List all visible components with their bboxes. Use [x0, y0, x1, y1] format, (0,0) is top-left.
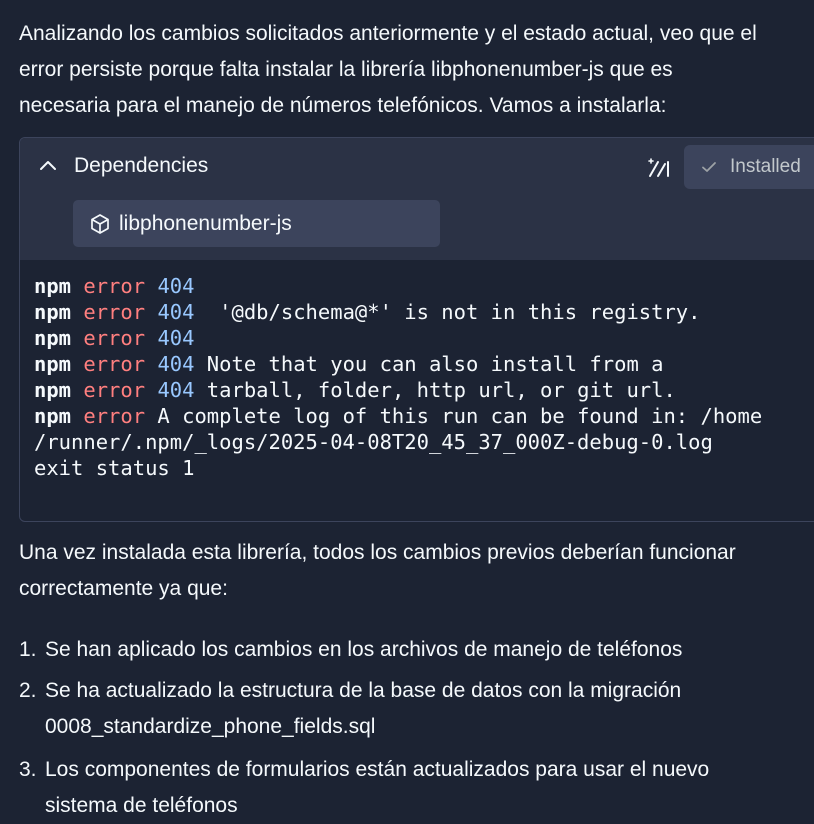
npm-token: npm: [34, 404, 72, 428]
npm-token: npm: [34, 274, 72, 298]
intro-line: necesaria para el manejo de números tele…: [19, 94, 667, 117]
terminal-line: npm error 404: [34, 325, 814, 351]
installed-label: Installed: [730, 156, 801, 177]
list-number: 3.: [19, 758, 37, 781]
error-token: error: [83, 326, 146, 350]
status-code-token: 404: [157, 352, 195, 376]
status-code-token: 404: [157, 300, 195, 324]
dependencies-card: Dependencies Installed libphonenumber-js…: [19, 137, 814, 522]
installed-button[interactable]: Installed: [684, 145, 814, 189]
terminal-line: npm error 404 Note that you can also ins…: [34, 351, 814, 377]
npm-token: npm: [34, 378, 72, 402]
intro-line: error persiste porque falta instalar la …: [19, 58, 673, 81]
magic-wand-icon[interactable]: [647, 156, 671, 178]
terminal-text: tarball, folder, http url, or git url.: [194, 378, 676, 402]
terminal-line: npm error 404 '@db/schema@*' is not in t…: [34, 299, 814, 325]
outro-line: Una vez instalada esta librería, todos l…: [19, 541, 736, 564]
terminal-text: /runner/.npm/_logs/2025-04-08T20_45_37_0…: [34, 430, 713, 454]
error-token: error: [83, 300, 146, 324]
status-code-token: 404: [157, 274, 195, 298]
error-token: error: [83, 404, 146, 428]
terminal-text: Note that you can also install from a: [194, 352, 664, 376]
npm-token: npm: [34, 326, 72, 350]
package-name: libphonenumber-js: [119, 211, 292, 235]
error-token: error: [83, 274, 146, 298]
terminal-line: npm error 404 tarball, folder, http url,…: [34, 377, 814, 403]
terminal-text: A complete log of this run can be found …: [145, 404, 763, 428]
terminal-line: npm error A complete log of this run can…: [34, 403, 814, 429]
dependencies-title: Dependencies: [74, 154, 209, 177]
intro-line: Analizando los cambios solicitados anter…: [19, 22, 757, 45]
status-code-token: 404: [157, 378, 195, 402]
check-icon: [700, 158, 718, 176]
error-token: error: [83, 352, 146, 376]
terminal-text: exit status 1: [34, 456, 195, 480]
terminal-output: npm error 404 npm error 404 '@db/schema@*…: [34, 273, 814, 481]
terminal-line: npm error 404: [34, 273, 814, 299]
terminal-line: exit status 1: [34, 455, 814, 481]
list-item-text: Se ha actualizado la estructura de la ba…: [45, 679, 682, 702]
list-item-text: sistema de teléfonos: [45, 794, 238, 817]
npm-token: npm: [34, 352, 72, 376]
status-code-token: 404: [157, 326, 195, 350]
chevron-up-icon[interactable]: [38, 156, 58, 176]
list-item-text: Los componentes de formularios están act…: [45, 758, 710, 781]
outro-line: correctamente ya que:: [19, 577, 228, 600]
terminal-line: /runner/.npm/_logs/2025-04-08T20_45_37_0…: [34, 429, 814, 455]
package-pill[interactable]: libphonenumber-js: [73, 200, 440, 247]
list-number: 1.: [19, 638, 37, 661]
list-number: 2.: [19, 679, 37, 702]
dependencies-header: Dependencies Installed libphonenumber-js: [20, 138, 814, 260]
npm-token: npm: [34, 300, 72, 324]
terminal-text: '@db/schema@*' is not in this registry.: [194, 300, 701, 324]
outro-paragraph: Una vez instalada esta librería, todos l…: [19, 535, 814, 607]
error-token: error: [83, 378, 146, 402]
list-item-text: 0008_standardize_phone_fields.sql: [45, 715, 376, 738]
intro-paragraph: Analizando los cambios solicitados anter…: [19, 16, 814, 124]
list-item-text: Se han aplicado los cambios en los archi…: [45, 638, 683, 661]
package-cube-icon: [89, 213, 111, 235]
